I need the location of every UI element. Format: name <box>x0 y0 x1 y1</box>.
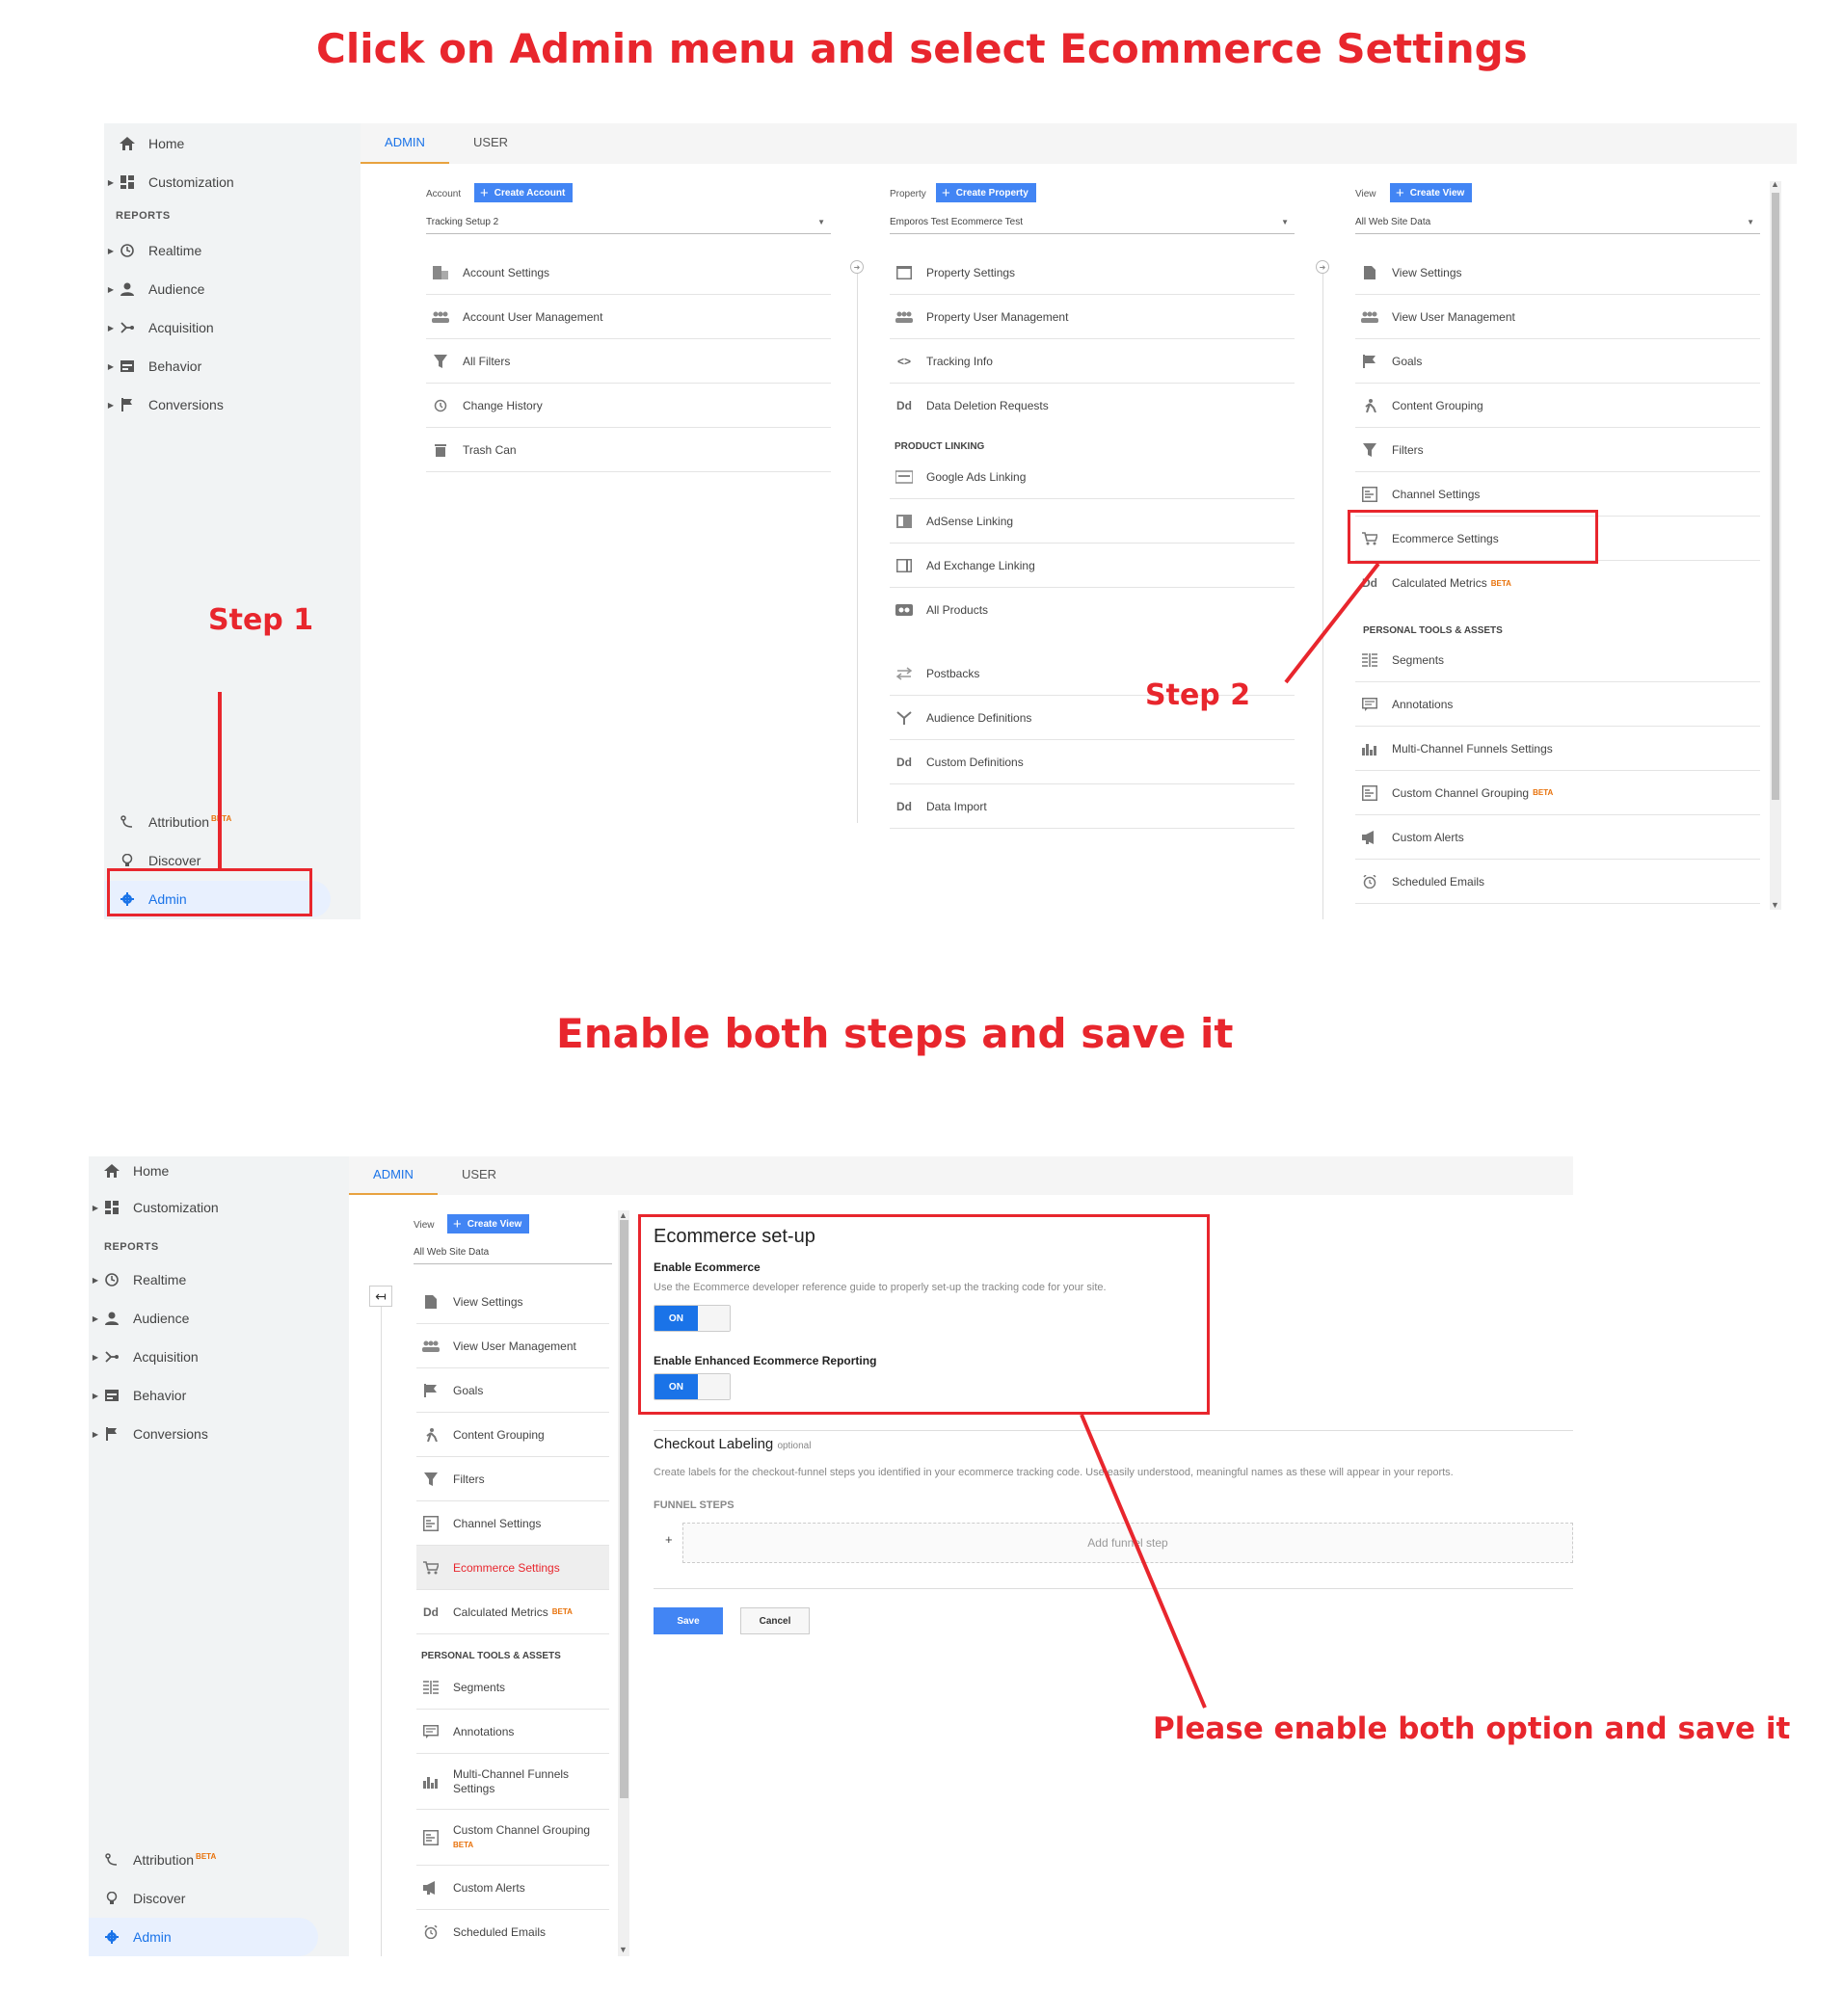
annotation-lines <box>218 562 1380 1709</box>
bottom-pointer-line <box>1080 1414 1207 1709</box>
step-2-pointer-line <box>1284 562 1380 684</box>
